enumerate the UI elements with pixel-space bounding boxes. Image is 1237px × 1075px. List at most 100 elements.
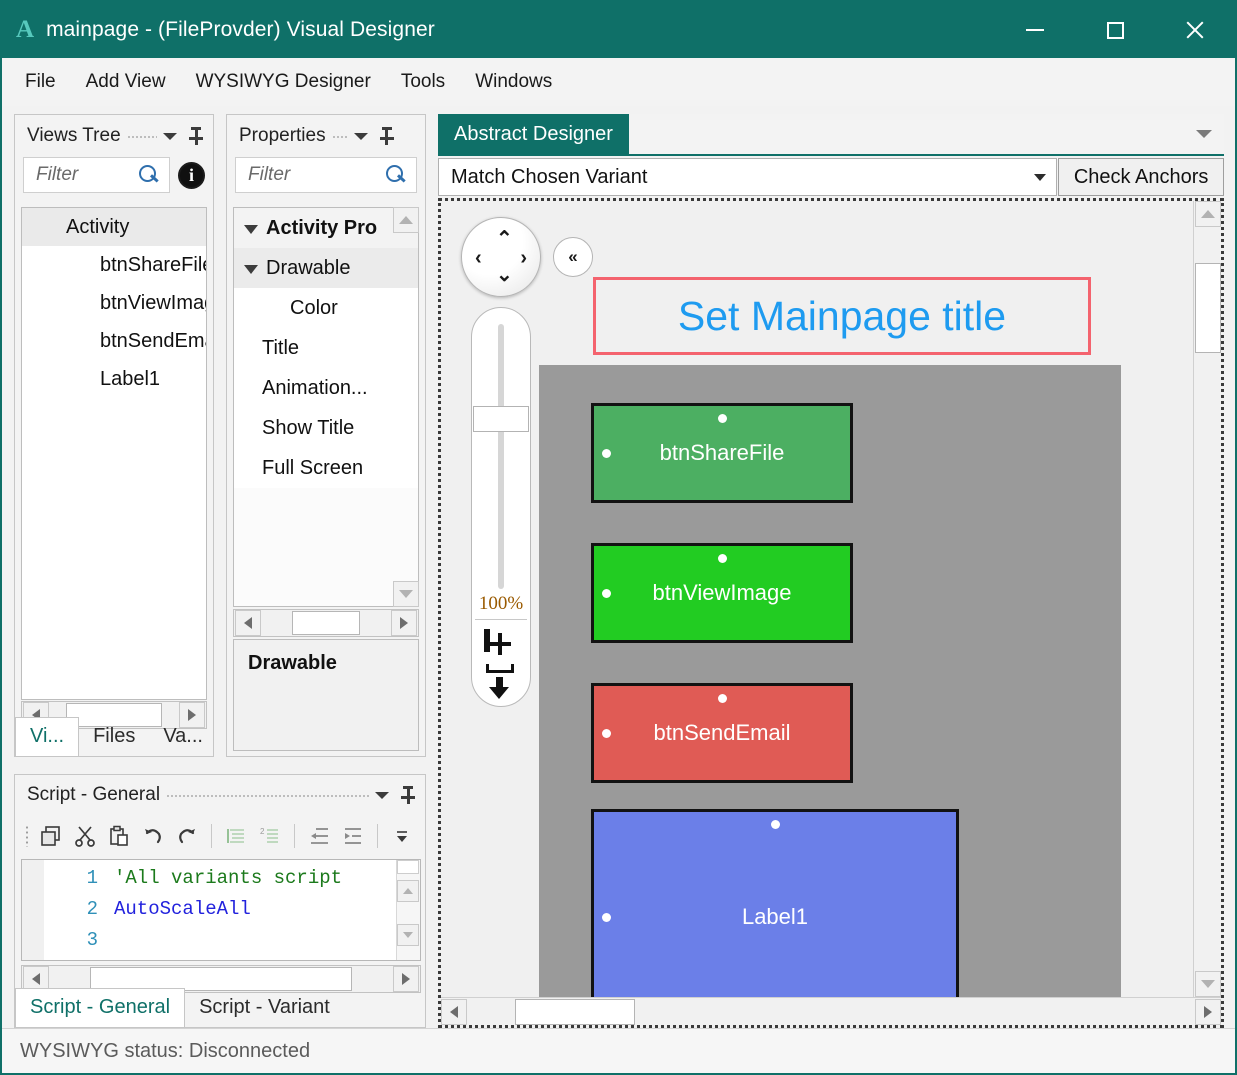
tab-script-general[interactable]: Script - General (15, 988, 186, 1027)
menu-item-tools[interactable]: Tools (388, 65, 458, 99)
tree-item-btnsendemail[interactable]: btnSendEmail (22, 322, 206, 360)
canvas-hscrollbar[interactable] (441, 997, 1221, 1025)
scroll-thumb[interactable] (292, 611, 360, 635)
anchor-dot-left[interactable] (602, 589, 611, 598)
editor-code-area[interactable]: 1 'All variants script 2 AutoScaleAll 3 (44, 860, 420, 960)
preview-view-btnviewimage[interactable]: btnViewImage (591, 543, 853, 643)
scroll-down-button[interactable] (393, 581, 419, 607)
expander-icon[interactable] (244, 225, 258, 234)
paste-icon[interactable] (103, 820, 135, 852)
properties-vscrollbar[interactable] (393, 207, 419, 607)
overflow-icon[interactable] (386, 820, 418, 852)
preview-view-label1[interactable]: Label1 (591, 809, 959, 1025)
code-line[interactable]: 3 (44, 924, 420, 955)
property-row-activity-pro[interactable]: Activity Pro (234, 208, 418, 248)
nav-left-icon[interactable]: ‹ (475, 248, 482, 268)
tab-abstract-designer[interactable]: Abstract Designer (438, 114, 629, 154)
anchor-dot-left[interactable] (602, 449, 611, 458)
scroll-thumb[interactable] (1195, 263, 1221, 353)
comment-icon[interactable] (220, 820, 252, 852)
menu-item-file[interactable]: File (12, 65, 69, 99)
close-button[interactable] (1169, 2, 1221, 58)
scroll-left-button[interactable] (441, 998, 467, 1025)
preview-title-bar[interactable]: Set Mainpage title (593, 277, 1091, 355)
canvas-vscrollbar[interactable] (1193, 201, 1221, 997)
download-button[interactable] (484, 664, 518, 706)
maximize-button[interactable] (1089, 2, 1141, 58)
zoom-tool[interactable]: 100% (471, 307, 531, 707)
undo-icon[interactable] (137, 820, 169, 852)
zoom-slider-thumb[interactable] (473, 406, 529, 432)
info-icon[interactable]: i (178, 161, 205, 189)
pin-icon[interactable] (401, 786, 415, 804)
scroll-thumb[interactable] (397, 860, 419, 874)
properties-list[interactable]: Activity Pro Drawable Color Title Animat… (233, 207, 419, 607)
scroll-down-button[interactable] (397, 924, 419, 946)
tab-views[interactable]: Vi... (15, 717, 80, 756)
toolbar-grip[interactable] (25, 825, 29, 847)
code-line[interactable]: 2 AutoScaleAll (44, 893, 420, 924)
tab-script-variant[interactable]: Script - Variant (185, 989, 344, 1027)
variant-select[interactable]: Match Chosen Variant (438, 158, 1058, 196)
properties-filter-input[interactable] (236, 163, 384, 187)
preview-view-btnsharefile[interactable]: btnShareFile (591, 403, 853, 503)
tree-item-btnsharefile[interactable]: btnShareFile (22, 246, 206, 284)
outdent-icon[interactable] (303, 820, 335, 852)
chevron-down-icon[interactable] (375, 791, 389, 799)
nav-up-icon[interactable]: ⌃ (496, 229, 513, 249)
code-line[interactable]: 1 'All variants script (44, 862, 420, 893)
chevron-down-icon[interactable] (1034, 173, 1047, 181)
tab-files[interactable]: Files (79, 718, 149, 756)
editor-vscrollbar[interactable] (396, 860, 420, 960)
property-row-show-title[interactable]: Show Title (234, 408, 418, 448)
views-tree-list[interactable]: Activity btnShareFile btnViewImage btnSe… (21, 207, 207, 700)
anchor-dot-top[interactable] (718, 554, 727, 563)
nav-down-icon[interactable]: ⌄ (496, 265, 513, 285)
scroll-right-button[interactable] (1195, 998, 1221, 1025)
redo-icon[interactable] (171, 820, 203, 852)
chevron-down-icon[interactable] (163, 132, 177, 140)
navigation-pad[interactable]: ⌃ ⌄ ‹ › (461, 217, 541, 297)
anchor-dot-left[interactable] (602, 913, 611, 922)
pin-icon[interactable] (379, 127, 394, 145)
zoom-slider[interactable] (473, 324, 529, 590)
check-anchors-button[interactable]: Check Anchors (1058, 158, 1224, 196)
tree-item-activity[interactable]: Activity (22, 208, 206, 246)
menu-item-add-view[interactable]: Add View (73, 65, 179, 99)
views-filter-box[interactable] (23, 157, 170, 193)
designer-canvas[interactable]: ⌃ ⌄ ‹ › « 100% Set Mainpage title btnSha… (438, 198, 1224, 1028)
views-filter-input[interactable] (24, 163, 137, 187)
move-button[interactable] (484, 629, 518, 663)
scroll-left-button[interactable] (235, 610, 261, 636)
property-row-full-screen[interactable]: Full Screen (234, 448, 418, 488)
chevron-down-icon[interactable] (353, 132, 368, 140)
scroll-down-button[interactable] (1195, 971, 1221, 997)
expander-icon[interactable] (244, 265, 258, 274)
scroll-up-button[interactable] (1195, 201, 1221, 227)
copy-icon[interactable] (35, 820, 67, 852)
property-row-drawable[interactable]: Drawable (234, 248, 418, 288)
properties-hscrollbar[interactable] (233, 609, 419, 637)
cut-icon[interactable] (69, 820, 101, 852)
uncomment-icon[interactable]: 2 (254, 820, 286, 852)
nav-right-icon[interactable]: › (520, 248, 527, 268)
tab-variants[interactable]: Va... (149, 718, 217, 756)
anchor-dot-top[interactable] (771, 820, 780, 829)
property-row-title[interactable]: Title (234, 328, 418, 368)
property-row-color[interactable]: Color (234, 288, 418, 328)
pin-icon[interactable] (189, 127, 203, 145)
tree-item-btnviewimage[interactable]: btnViewImage (22, 284, 206, 322)
property-row-animation[interactable]: Animation... (234, 368, 418, 408)
anchor-dot-top[interactable] (718, 694, 727, 703)
anchor-dot-left[interactable] (602, 729, 611, 738)
scroll-right-button[interactable] (393, 966, 419, 992)
menu-item-wysiwyg-designer[interactable]: WYSIWYG Designer (183, 65, 384, 99)
scroll-thumb[interactable] (515, 998, 635, 1025)
scroll-up-button[interactable] (393, 207, 419, 233)
scroll-right-button[interactable] (391, 610, 417, 636)
chevron-down-icon[interactable] (1196, 130, 1212, 138)
preview-view-btnsendemail[interactable]: btnSendEmail (591, 683, 853, 783)
menu-item-windows[interactable]: Windows (462, 65, 565, 99)
minimize-button[interactable] (1009, 2, 1061, 58)
script-editor[interactable]: 1 'All variants script 2 AutoScaleAll 3 (21, 859, 421, 961)
